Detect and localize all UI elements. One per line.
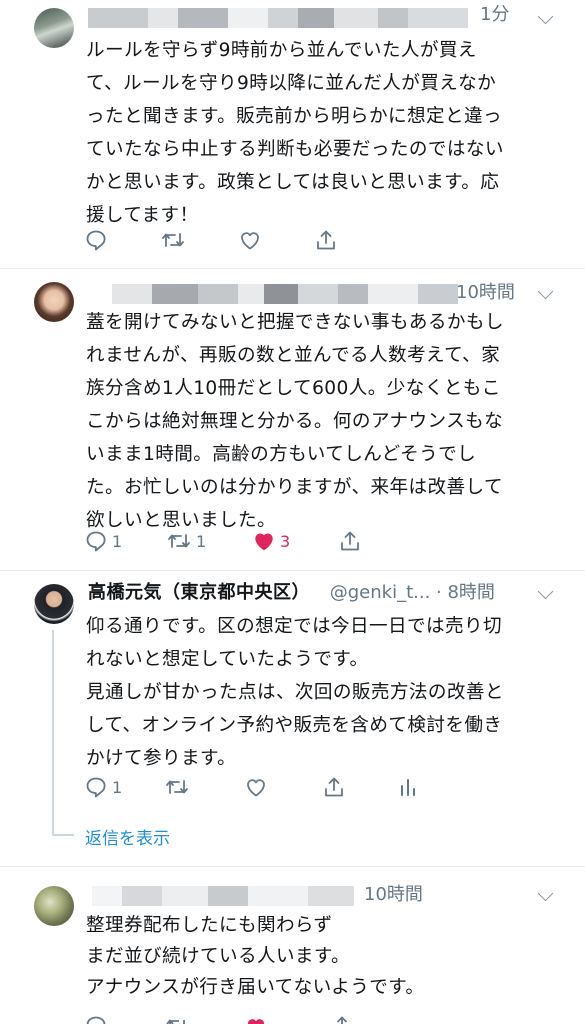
analytics-button[interactable] [398, 772, 418, 802]
tweet-header: 10時間 [88, 278, 585, 308]
tweet-text-line: れませんが、再販の数と並んでる人数考えて、家 [86, 345, 501, 366]
tweet-text: 整理券配布したにも関わらず まだ並び続けている人います。 アナウンスが行き届いて… [86, 910, 556, 1003]
like-button[interactable] [238, 225, 266, 255]
retweet-button[interactable] [160, 225, 190, 255]
tweet-text-line: ルールを守らず9時前から並んでいた人が買え [86, 40, 477, 61]
tweet-text-line: ていたなら中止する判断も必要だったのではない [86, 139, 504, 160]
tweet-text-line: た。お忙しいのは分かりますが、来年は改善して [86, 477, 503, 498]
tweet-actions-partial [84, 1014, 384, 1024]
thread-connector [52, 834, 74, 836]
display-name[interactable]: 高橋元気（東京都中央区） [88, 582, 310, 603]
retweet-count: 1 [196, 531, 207, 551]
like-count: 3 [280, 531, 291, 551]
tweet-text: ルールを守らず9時前から並んでいた人が買え て、ルールを守り9時以降に並んだ人が… [86, 34, 556, 232]
share-button[interactable] [314, 225, 338, 255]
show-replies-link[interactable]: 返信を表示 [85, 827, 170, 851]
tweet-3[interactable]: 高橋元気（東京都中央区） @genki_t... · 8時間 仰る通りです。区の… [0, 572, 585, 872]
retweet-icon [168, 534, 190, 548]
divider [0, 866, 585, 867]
tweet-4[interactable]: 10時間 整理券配布したにも関わらず まだ並び続けている人います。 アナウンスが… [0, 868, 585, 1024]
reply-button[interactable]: 1 [84, 772, 122, 802]
tweet-text-line: 族分含め1人10冊だとして600人。少なくともこ [86, 378, 501, 399]
heart-filled-icon [255, 533, 273, 551]
tweet-text-line: いまま1時間。高齢の方もいてしんどそうでし [86, 444, 477, 465]
heart-icon [247, 779, 265, 797]
tweet-actions: 1 1 3 [84, 526, 585, 556]
reply-icon [86, 230, 106, 251]
tweet-header: 1分 [88, 2, 585, 32]
avatar[interactable] [34, 8, 74, 48]
tweet-actions: 1 [84, 772, 585, 802]
avatar[interactable] [34, 584, 74, 624]
tweet-text-line: 蓋を開けてみないと把握できない事もあるかもし [86, 312, 504, 333]
share-icon [341, 531, 359, 551]
tweet-text-line: かと思います。政策としては良いと思います。応 [86, 172, 500, 193]
tweet-1[interactable]: 1分 ルールを守らず9時前から並んでいた人が買え て、ルールを守り9時以降に並ん… [0, 0, 585, 265]
thread-line [52, 630, 54, 835]
tweet-text: 仰る通りです。区の想定では今日一日では売り切 れないと想定していたようです。 見… [86, 610, 556, 775]
retweet-icon[interactable] [164, 1014, 190, 1024]
blurred-username [88, 8, 468, 28]
share-icon [317, 230, 335, 250]
like-button[interactable]: 3 [252, 526, 290, 556]
retweet-button[interactable] [164, 772, 194, 802]
tweet-text-line: 仰る通りです。区の想定では今日一日では売り切 [86, 616, 503, 637]
reply-icon [86, 531, 106, 552]
avatar[interactable] [34, 886, 74, 926]
tweet-text-line: アナウンスが行き届いてないようです。 [86, 977, 425, 998]
like-button[interactable] [244, 772, 272, 802]
share-button[interactable] [322, 772, 346, 802]
retweet-icon [162, 233, 184, 247]
tweet-text-line: して、オンライン予約や販売を含めて検討を働き [86, 715, 503, 736]
reply-icon[interactable] [84, 1014, 108, 1024]
tweet-text-line: て、ルールを守り9時以降に並んだ人が買えなか [86, 73, 497, 94]
reply-icon [86, 777, 106, 798]
avatar[interactable] [34, 282, 74, 322]
reply-button[interactable]: 1 [84, 526, 122, 556]
tweet-2[interactable]: 10時間 蓋を開けてみないと把握できない事もあるかもし れませんが、再販の数と並… [0, 270, 585, 570]
share-button[interactable] [338, 526, 362, 556]
tweet-timestamp[interactable]: 10時間 [456, 278, 515, 308]
tweet-text-line: 見通しが甘かった点は、次回の販売方法の改善と [86, 682, 504, 703]
tweet-text-line: かけて参ります。 [86, 748, 237, 769]
blurred-username [92, 284, 458, 304]
reply-button[interactable] [84, 225, 112, 255]
user-handle[interactable]: @genki_t... [330, 582, 431, 603]
tweet-text-line: まだ並び続けている人います。 [86, 946, 351, 967]
retweet-button[interactable]: 1 [166, 526, 206, 556]
retweet-icon [166, 780, 188, 794]
tweet-timestamp[interactable]: · 8時間 [436, 582, 495, 603]
tweet-timestamp[interactable]: 1分 [480, 0, 509, 30]
tweet-text-line: れないと想定していたようです。 [86, 649, 369, 670]
tweet-timestamp[interactable]: 10時間 [364, 880, 423, 910]
divider [0, 268, 585, 269]
share-icon[interactable] [330, 1014, 354, 1024]
blurred-username [92, 886, 364, 906]
reply-count: 1 [112, 777, 123, 797]
tweet-text-line: こからは絶対無理と分かる。何のアナウンスもな [86, 411, 504, 432]
tweet-text: 蓋を開けてみないと把握できない事もあるかもし れませんが、再販の数と並んでる人数… [86, 306, 556, 537]
heart-filled-icon[interactable] [244, 1014, 268, 1024]
share-icon [325, 777, 343, 797]
tweet-text-line: ったと聞きます。販売前から明らかに想定と違っ [86, 106, 503, 127]
reply-count: 1 [112, 531, 123, 551]
tweet-text-line: 整理券配布したにも関わらず [86, 915, 333, 936]
tweet-actions [84, 225, 585, 255]
divider [0, 570, 585, 571]
heart-icon [241, 232, 259, 250]
tweet-header: 高橋元気（東京都中央区） @genki_t... · 8時間 [88, 578, 585, 608]
analytics-icon [401, 779, 415, 796]
tweet-header: 10時間 [88, 880, 585, 910]
